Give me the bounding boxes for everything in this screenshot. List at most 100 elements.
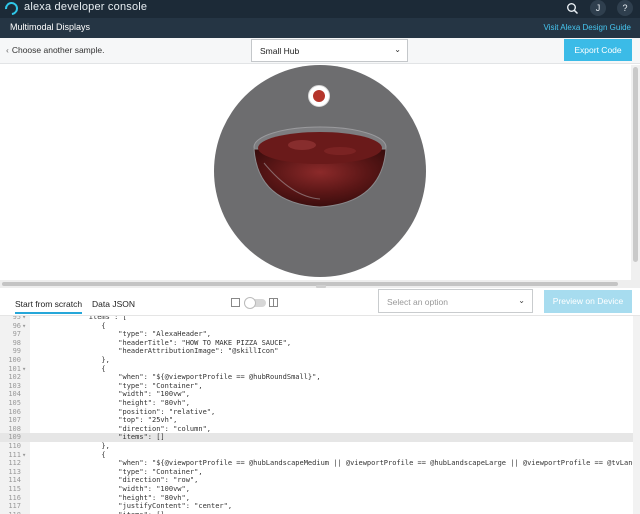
line-number: 97 [12,330,21,339]
code-line[interactable]: 110 }, [0,442,640,451]
line-number: 102 [8,373,21,382]
code-text: "justifyContent": "center", [34,502,233,511]
export-code-button[interactable]: Export Code [564,39,632,61]
single-view-icon [231,298,240,307]
line-number: 96 [12,321,21,330]
line-number: 112 [8,459,21,468]
code-line[interactable]: 111 ▾ { [0,451,640,460]
line-number: 101 [8,364,21,373]
sub-header: Multimodal Displays Visit Alexa Design G… [0,18,640,38]
code-text: "height": "80vh", [34,399,190,407]
line-number: 99 [12,347,21,356]
fold-arrow-icon[interactable]: ▾ [22,365,26,374]
line-number: 103 [8,381,21,390]
fold-arrow-icon[interactable]: ▾ [22,322,26,331]
line-number: 106 [8,407,21,416]
code-text: "headerAttributionImage": "@skillIcon" [34,347,279,356]
design-guide-link[interactable]: Visit Alexa Design Guide [544,23,631,32]
code-text: "items": [] [34,433,165,442]
toggle-knob[interactable] [244,297,256,309]
line-number: 110 [8,442,21,450]
code-text: "when": "${@viewportProfile == @hubLands… [34,459,640,468]
view-toggle[interactable] [231,297,281,309]
code-line[interactable]: 116 "height": "80vh", [0,494,640,503]
pizza-skill-icon [308,85,330,107]
line-number: 107 [8,416,21,425]
code-line[interactable]: 114 "direction": "row", [0,476,640,485]
back-link-label: Choose another sample. [11,45,105,55]
chevron-down-icon: ⌄ [394,45,401,54]
code-text: "type": "Container", [34,381,203,390]
code-text: "width": "100vw", [34,485,190,493]
option-select-placeholder: Select an option [387,297,448,307]
editor-scrollbar[interactable] [633,316,640,514]
developer-console-window: alexa developer console J ? Multimodal D… [0,0,640,514]
line-number: 111 [8,450,21,459]
scrollbar-thumb[interactable] [633,67,638,262]
code-text: { [34,321,106,330]
code-line[interactable]: 109 "items": [] [0,433,640,442]
code-line[interactable]: 112 "when": "${@viewportProfile == @hubL… [0,459,640,468]
line-number: 115 [8,485,21,493]
chevron-down-icon: ⌄ [518,296,525,305]
code-line[interactable]: 96 ▾ { [0,322,640,331]
code-text: "direction": "row", [34,476,199,485]
line-number: 117 [8,502,21,511]
preview-controls: ‹ Choose another sample. Small Hub ⌄ Expo… [0,38,640,64]
page-title: Multimodal Displays [10,22,91,32]
code-line[interactable]: 102 "when": "${@viewportProfile == @hubR… [0,373,640,382]
tab-data-json[interactable]: Data JSON [92,299,135,309]
preview-vertical-scrollbar[interactable] [631,65,640,280]
line-number: 100 [8,356,21,364]
split-view-icon [269,298,278,307]
user-avatar[interactable]: J [590,0,606,16]
line-number: 98 [12,338,21,347]
chevron-left-icon: ‹ [6,45,9,55]
code-text: "position": "relative", [34,407,216,416]
code-text: "headerTitle": "HOW TO MAKE PIZZA SAUCE"… [34,338,292,347]
code-line[interactable]: 113 "type": "Container", [0,468,640,477]
code-text: "width": "100vw", [34,390,190,399]
code-line[interactable]: 97 "type": "AlexaHeader", [0,330,640,339]
code-line[interactable]: 99 "headerAttributionImage": "@skillIcon… [0,347,640,356]
alexa-logo-icon [2,0,21,18]
app-name: alexa developer console [24,1,148,13]
code-line[interactable]: 117 "justifyContent": "center", [0,502,640,511]
code-text: { [34,364,106,373]
line-number: 114 [8,476,21,485]
code-text: }, [34,356,110,364]
editor-toolbar: Start from scratch Data JSON Select an o… [0,289,640,316]
code-editor[interactable]: 95 ▾ "items": [96 ▾ {97 "type": "AlexaHead… [0,316,640,514]
line-number: 105 [8,399,21,407]
resize-handle[interactable] [316,285,326,288]
search-icon[interactable] [566,2,579,15]
pizza-sauce-image [253,126,387,208]
code-text: "type": "Container", [34,467,203,476]
code-line[interactable]: 115 "width": "100vw", [0,485,640,494]
code-line[interactable]: 105 "height": "80vh", [0,399,640,408]
code-line[interactable]: 104 "width": "100vw", [0,390,640,399]
device-select[interactable]: Small Hub ⌄ [251,39,408,62]
code-text: "type": "AlexaHeader", [34,330,212,339]
line-number: 104 [8,390,21,399]
line-number: 109 [8,433,21,442]
preview-on-device-button[interactable]: Preview on Device [544,290,632,313]
scrollbar-thumb[interactable] [2,282,618,286]
code-line[interactable]: 100 }, [0,356,640,365]
code-line[interactable]: 106 "position": "relative", [0,408,640,417]
code-line[interactable]: 108 "direction": "column", [0,425,640,434]
option-select[interactable]: Select an option ⌄ [378,289,533,313]
back-link[interactable]: ‹ Choose another sample. [6,45,104,55]
code-line[interactable]: 107 "top": "25vh", [0,416,640,425]
code-text: "direction": "column", [34,424,212,433]
line-number: 108 [8,424,21,433]
line-number: 113 [8,467,21,476]
code-line[interactable]: 98 "headerTitle": "HOW TO MAKE PIZZA SAU… [0,339,640,348]
device-select-value: Small Hub [260,46,300,56]
fold-arrow-icon[interactable]: ▾ [22,451,26,460]
code-text: "height": "80vh", [34,493,190,502]
tab-start-from-scratch[interactable]: Start from scratch [15,299,83,314]
help-button[interactable]: ? [617,0,633,16]
code-line[interactable]: 103 "type": "Container", [0,382,640,391]
code-line[interactable]: 101 ▾ { [0,365,640,374]
